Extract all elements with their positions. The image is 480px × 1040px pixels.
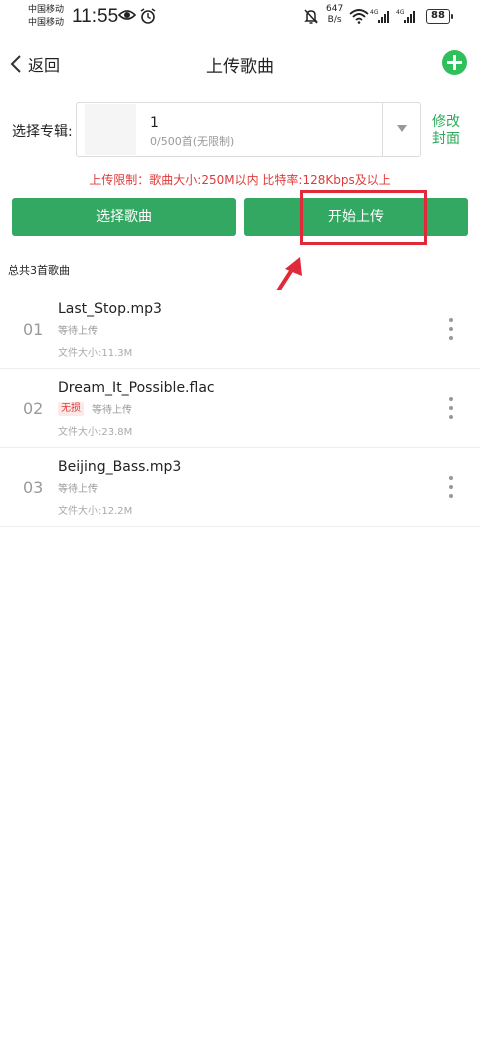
more-options-icon[interactable] <box>444 476 458 498</box>
status-bar: 中国移动 中国移动 11:55 647 B/s 4G 4G 88 <box>0 0 480 36</box>
highlight-box <box>300 190 427 245</box>
song-number: 01 <box>23 320 44 339</box>
speed-value: 647 <box>326 4 344 14</box>
song-size: 文件大小:11.3M <box>58 348 133 359</box>
album-label: 选择专辑: <box>12 124 73 140</box>
song-status-line: 无损 等待上传 <box>58 401 132 416</box>
song-number: 02 <box>23 399 44 418</box>
album-cover <box>85 104 136 155</box>
song-row[interactable]: 01 Last_Stop.mp3 等待上传 文件大小:11.3M <box>0 290 480 369</box>
song-status: 等待上传 <box>92 405 132 416</box>
network-1-label: 4G <box>370 9 379 16</box>
network-2-label: 4G <box>396 9 405 16</box>
song-status-line: 等待上传 <box>58 480 98 495</box>
eye-icon <box>118 10 136 20</box>
song-status-line: 等待上传 <box>58 322 98 337</box>
page-title: 上传歌曲 <box>206 57 274 77</box>
alarm-icon <box>140 8 156 24</box>
dropdown-arrow-icon[interactable] <box>397 125 407 132</box>
song-size: 文件大小:23.8M <box>58 427 133 438</box>
select-song-button[interactable]: 选择歌曲 <box>12 198 236 236</box>
song-status: 等待上传 <box>58 484 98 495</box>
battery-level: 88 <box>431 10 445 21</box>
network-speed: 647 B/s <box>326 4 343 26</box>
song-row[interactable]: 02 Dream_It_Possible.flac 无损 等待上传 文件大小:2… <box>0 369 480 448</box>
song-size: 文件大小:12.2M <box>58 506 133 517</box>
carrier-1: 中国移动 <box>28 5 65 15</box>
add-icon[interactable] <box>442 50 467 75</box>
nav-bar: 返回 上传歌曲 <box>0 40 480 88</box>
song-name: Dream_It_Possible.flac <box>58 380 215 396</box>
clock: 11:55 <box>72 6 119 27</box>
song-row[interactable]: 03 Beijing_Bass.mp3 等待上传 文件大小:12.2M <box>0 448 480 527</box>
speed-unit: B/s <box>327 15 342 25</box>
more-options-icon[interactable] <box>444 397 458 419</box>
song-number: 03 <box>23 478 44 497</box>
album-selector[interactable]: 1 0/500首(无限制) <box>76 102 421 157</box>
edit-cover-link[interactable]: 修改封面 <box>432 114 462 148</box>
album-name: 1 <box>150 115 159 131</box>
carrier-2: 中国移动 <box>28 18 65 28</box>
carrier-info: 中国移动 中国移动 <box>28 4 64 30</box>
upload-limit-notice: 上传限制：歌曲大小:250M以内 比特率:128Kbps及以上 <box>89 173 391 187</box>
song-name: Beijing_Bass.mp3 <box>58 459 182 475</box>
song-total: 总共3首歌曲 <box>8 264 70 277</box>
battery-icon: 88 <box>426 9 453 24</box>
lossless-badge: 无损 <box>58 401 84 416</box>
signal-icon-2: 4G <box>396 9 415 23</box>
album-count: 0/500首(无限制) <box>150 135 235 148</box>
wifi-icon <box>349 9 369 24</box>
song-status: 等待上传 <box>58 326 98 337</box>
mute-icon <box>304 9 318 24</box>
song-list: 01 Last_Stop.mp3 等待上传 文件大小:11.3M 02 Drea… <box>0 290 480 527</box>
signal-icon: 4G <box>370 9 389 23</box>
more-options-icon[interactable] <box>444 318 458 340</box>
song-name: Last_Stop.mp3 <box>58 301 162 317</box>
divider <box>382 103 383 156</box>
